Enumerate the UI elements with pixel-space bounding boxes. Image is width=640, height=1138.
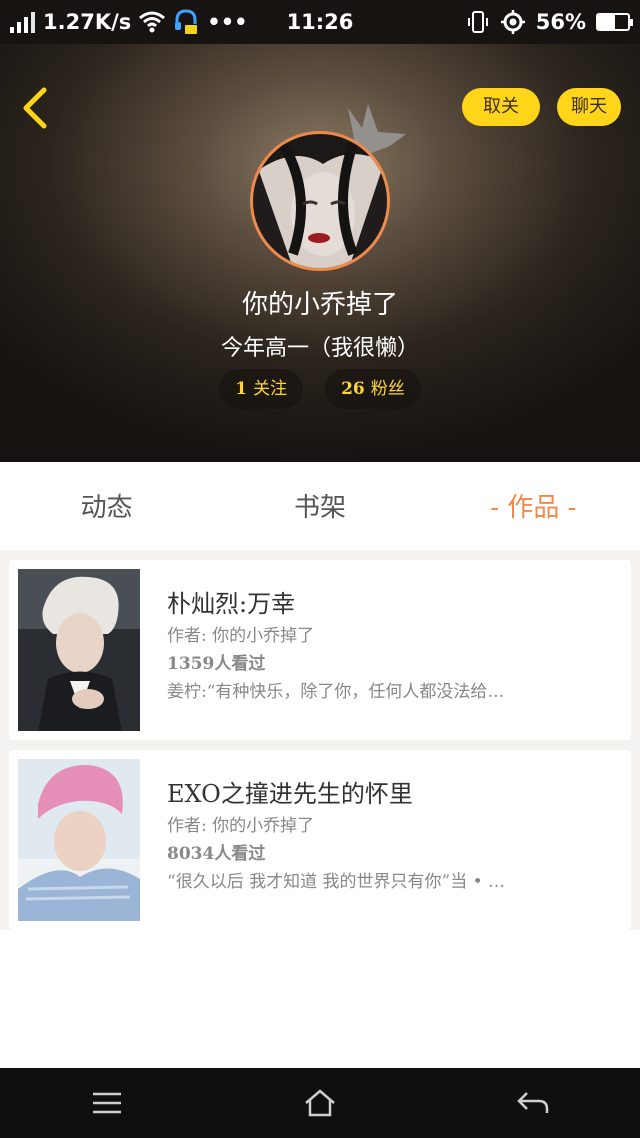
location-icon bbox=[500, 10, 525, 34]
headset-notification-icon bbox=[175, 9, 198, 34]
bio: 今年高一（我很懒） bbox=[220, 336, 419, 361]
back-chevron-icon[interactable] bbox=[16, 84, 56, 132]
stats-row: 1 关注 26 粉丝 bbox=[0, 369, 640, 409]
work-views: 1359人看过 bbox=[167, 654, 266, 674]
battery-level bbox=[598, 15, 615, 29]
tab-works[interactable]: - 作品 - bbox=[427, 462, 640, 550]
vibrate-icon bbox=[467, 11, 488, 33]
system-nav-bar bbox=[0, 1068, 640, 1138]
network-speed: 1.27K/s bbox=[43, 10, 132, 34]
menu-button[interactable] bbox=[77, 1078, 137, 1128]
tab-activity[interactable]: 动态 bbox=[0, 462, 213, 550]
fans-label: 粉丝 bbox=[370, 379, 405, 399]
home-button[interactable] bbox=[290, 1078, 350, 1128]
unfollow-button[interactable]: 取关 bbox=[462, 88, 540, 126]
work-author: 作者: 你的小乔掉了 bbox=[167, 816, 315, 836]
profile-tabs: 动态 书架 - 作品 - bbox=[0, 462, 640, 550]
avatar-image bbox=[253, 134, 387, 268]
wifi-icon bbox=[139, 11, 166, 33]
home-icon bbox=[305, 1089, 335, 1117]
works-list: 朴灿烈:万幸 作者: 你的小乔掉了 1359人看过 姜柠:“有种快乐，除了你，任… bbox=[0, 560, 640, 930]
back-arrow-icon bbox=[517, 1092, 549, 1113]
username: 你的小乔掉了 bbox=[241, 290, 398, 320]
back-button[interactable] bbox=[503, 1078, 563, 1128]
chat-button[interactable]: 聊天 bbox=[557, 88, 621, 126]
work-cover-image bbox=[18, 759, 140, 921]
empty-area bbox=[0, 930, 640, 1068]
status-bar: 1.27K/s ••• 11:26 56% bbox=[0, 0, 640, 44]
more-dots-icon: ••• bbox=[207, 10, 248, 34]
work-author: 作者: 你的小乔掉了 bbox=[167, 626, 315, 646]
work-description: 姜柠:“有种快乐，除了你，任何人都没法给… bbox=[167, 682, 505, 702]
following-count: 1 bbox=[235, 379, 248, 399]
battery-icon bbox=[596, 13, 633, 31]
tab-bookshelf[interactable]: 书架 bbox=[213, 462, 426, 550]
work-cover-image bbox=[18, 569, 140, 731]
avatar[interactable] bbox=[250, 131, 390, 271]
divider bbox=[0, 550, 640, 560]
following-stat[interactable]: 1 关注 bbox=[219, 369, 304, 409]
menu-icon bbox=[92, 1092, 121, 1114]
battery-percent: 56% bbox=[535, 10, 586, 34]
fans-count: 26 bbox=[341, 379, 365, 399]
work-title: 朴灿烈:万幸 bbox=[167, 590, 296, 618]
work-card[interactable]: EXO之撞进先生的怀里 作者: 你的小乔掉了 8034人看过 “很久以后 我才知… bbox=[9, 750, 631, 930]
status-left: 1.27K/s ••• bbox=[10, 8, 270, 36]
fans-stat[interactable]: 26 粉丝 bbox=[325, 369, 421, 409]
work-card[interactable]: 朴灿烈:万幸 作者: 你的小乔掉了 1359人看过 姜柠:“有种快乐，除了你，任… bbox=[9, 560, 631, 740]
following-label: 关注 bbox=[253, 379, 288, 399]
work-description: “很久以后 我才知道 我的世界只有你”当 • … bbox=[167, 872, 506, 892]
work-views: 8034人看过 bbox=[167, 844, 266, 864]
app-screen: 1.27K/s ••• 11:26 56% 取关 聊天 你的小乔掉了 今年高一（… bbox=[0, 0, 640, 1138]
profile-header: 取关 聊天 你的小乔掉了 今年高一（我很懒） 1 关注 26 粉丝 bbox=[0, 44, 640, 462]
signal-icon bbox=[10, 11, 35, 33]
work-title: EXO之撞进先生的怀里 bbox=[167, 780, 413, 808]
status-right: 56% bbox=[466, 9, 633, 35]
